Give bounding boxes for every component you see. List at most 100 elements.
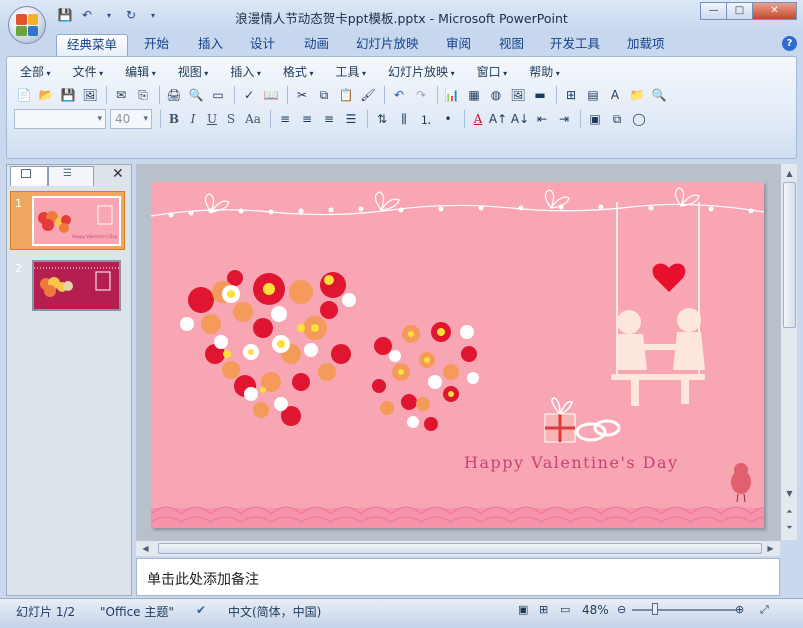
zoom-out-icon[interactable]: ⊖	[617, 603, 626, 616]
email-icon[interactable]: ✉	[111, 85, 131, 105]
normal-view-icon[interactable]: ▣	[518, 603, 528, 616]
help-icon[interactable]: ?	[782, 36, 797, 51]
line-icon[interactable]: ▬	[530, 85, 550, 105]
notes-pane[interactable]: 单击此处添加备注	[136, 558, 780, 596]
tab-insert[interactable]: 插入	[188, 34, 233, 56]
arrange-icon[interactable]: ⧉	[607, 109, 627, 129]
slides-tab[interactable]	[10, 166, 48, 186]
spell-check-icon[interactable]: ✔	[196, 603, 206, 617]
format-painter-icon[interactable]: 🖌	[358, 85, 378, 105]
language-indicator[interactable]: 中文(简体，中国)	[228, 603, 321, 620]
increase-indent-icon[interactable]: ⇥	[554, 109, 574, 129]
scroll-thumb[interactable]	[783, 182, 796, 328]
research-icon[interactable]: 📖	[261, 85, 281, 105]
chart-icon[interactable]: 📊	[442, 85, 462, 105]
align-center-icon[interactable]: ≡	[297, 109, 317, 129]
slide-thumbnail-1[interactable]: Happy Valentine's Day	[32, 196, 121, 246]
cut-icon[interactable]: ✂	[292, 85, 312, 105]
font-color-button[interactable]: A	[469, 110, 487, 128]
change-case-button[interactable]: Aa	[241, 110, 265, 128]
theme-name[interactable]: "Office 主题"	[100, 603, 174, 620]
tab-developer[interactable]: 开发工具	[540, 34, 610, 56]
grow-font-icon[interactable]: A↑	[488, 109, 508, 129]
hscroll-thumb[interactable]	[158, 543, 762, 554]
zoom-slider-thumb[interactable]	[652, 603, 658, 615]
menu-edit[interactable]: 编辑	[117, 63, 164, 80]
shapes-icon[interactable]: ◯	[629, 109, 649, 129]
tab-slideshow[interactable]: 幻灯片放映	[346, 34, 429, 56]
picture-icon[interactable]: 🖼	[508, 85, 528, 105]
tab-home[interactable]: 开始	[134, 34, 179, 56]
align-left-icon[interactable]: ≡	[275, 109, 295, 129]
shadow-button[interactable]: S	[222, 110, 240, 128]
tab-design[interactable]: 设计	[240, 34, 285, 56]
shrink-font-icon[interactable]: A↓	[510, 109, 530, 129]
vertical-scrollbar[interactable]: ▲ ▼ ⏶ ⏷	[780, 164, 797, 540]
new-icon[interactable]: 📄	[14, 85, 34, 105]
decrease-indent-icon[interactable]: ⇤	[532, 109, 552, 129]
restore-button[interactable]: □	[726, 2, 753, 20]
text-direction-icon[interactable]: ⇅	[372, 109, 392, 129]
undo-icon[interactable]: ↶	[389, 85, 409, 105]
close-panel-button[interactable]: ✕	[112, 166, 124, 182]
textbox-icon[interactable]: A	[605, 85, 625, 105]
slide-sorter-icon[interactable]: ⊞	[539, 603, 548, 616]
office-button[interactable]	[8, 6, 46, 44]
paste-icon[interactable]: 📋	[336, 85, 356, 105]
slide-canvas[interactable]: Happy Valentine's Day	[151, 182, 764, 528]
underline-button[interactable]: U	[203, 110, 221, 128]
scroll-up-icon[interactable]: ▲	[782, 166, 797, 181]
previous-slide-icon[interactable]: ⏶	[782, 504, 797, 519]
scroll-down-icon[interactable]: ▼	[782, 486, 797, 501]
tab-addins[interactable]: 加载项	[617, 34, 675, 56]
print-preview-icon[interactable]: 🔍	[186, 85, 206, 105]
menu-view[interactable]: 视图	[170, 63, 217, 80]
new-slide-icon[interactable]: ⊞	[561, 85, 581, 105]
menu-all[interactable]: 全部	[12, 63, 59, 80]
font-name-combo[interactable]	[14, 109, 106, 129]
italic-button[interactable]: I	[184, 110, 202, 128]
font-size-combo[interactable]: 40	[110, 109, 152, 129]
outline-tab[interactable]: ☰	[48, 166, 94, 186]
bold-button[interactable]: B	[165, 110, 183, 128]
tab-animations[interactable]: 动画	[294, 34, 339, 56]
menu-format[interactable]: 格式	[275, 63, 322, 80]
print-icon[interactable]: 🖨	[164, 85, 184, 105]
numbering-icon[interactable]: ⒈	[416, 109, 436, 129]
spelling-icon[interactable]: ✓	[239, 85, 259, 105]
menu-slideshow[interactable]: 幻灯片放映	[380, 63, 463, 80]
folder-icon[interactable]: 📁	[627, 85, 647, 105]
close-button[interactable]: ✕	[752, 2, 797, 20]
layout-icon[interactable]: ▤	[583, 85, 603, 105]
slide-view-icon[interactable]: ▭	[208, 85, 228, 105]
menu-file[interactable]: 文件	[65, 63, 112, 80]
zoom-icon[interactable]: 🔍	[649, 85, 669, 105]
open-icon[interactable]: 📂	[36, 85, 56, 105]
permission-icon[interactable]: 🖼	[80, 85, 100, 105]
publish-icon[interactable]: ⎘	[133, 85, 153, 105]
design-icon[interactable]: ▣	[585, 109, 605, 129]
bullets-icon[interactable]: •	[438, 109, 458, 129]
greeting-text[interactable]: Happy Valentine's Day	[464, 453, 679, 472]
redo-icon[interactable]: ↷	[411, 85, 431, 105]
horizontal-scrollbar[interactable]: ◀ ▶	[136, 540, 780, 556]
fit-to-window-icon[interactable]: ⤢	[760, 603, 769, 617]
zoom-in-icon[interactable]: ⊕	[735, 603, 744, 616]
menu-window[interactable]: 窗口	[469, 63, 516, 80]
tab-classic-menu[interactable]: 经典菜单	[56, 34, 129, 56]
minimize-button[interactable]: —	[700, 2, 727, 20]
columns-icon[interactable]: ⫼	[394, 109, 414, 129]
menu-tools[interactable]: 工具	[327, 63, 374, 80]
justify-icon[interactable]: ☰	[341, 109, 361, 129]
save-icon[interactable]: 💾	[58, 85, 78, 105]
slideshow-view-icon[interactable]: ▭	[560, 603, 570, 616]
scroll-left-icon[interactable]: ◀	[138, 541, 153, 556]
slide-thumbnail-2[interactable]	[32, 260, 121, 311]
menu-help[interactable]: 帮助	[521, 63, 568, 80]
align-right-icon[interactable]: ≡	[319, 109, 339, 129]
next-slide-icon[interactable]: ⏷	[782, 520, 797, 535]
scroll-right-icon[interactable]: ▶	[763, 541, 778, 556]
zoom-level[interactable]: 48%	[582, 603, 609, 617]
zoom-slider-track[interactable]	[632, 609, 736, 611]
clipart-icon[interactable]: ◍	[486, 85, 506, 105]
